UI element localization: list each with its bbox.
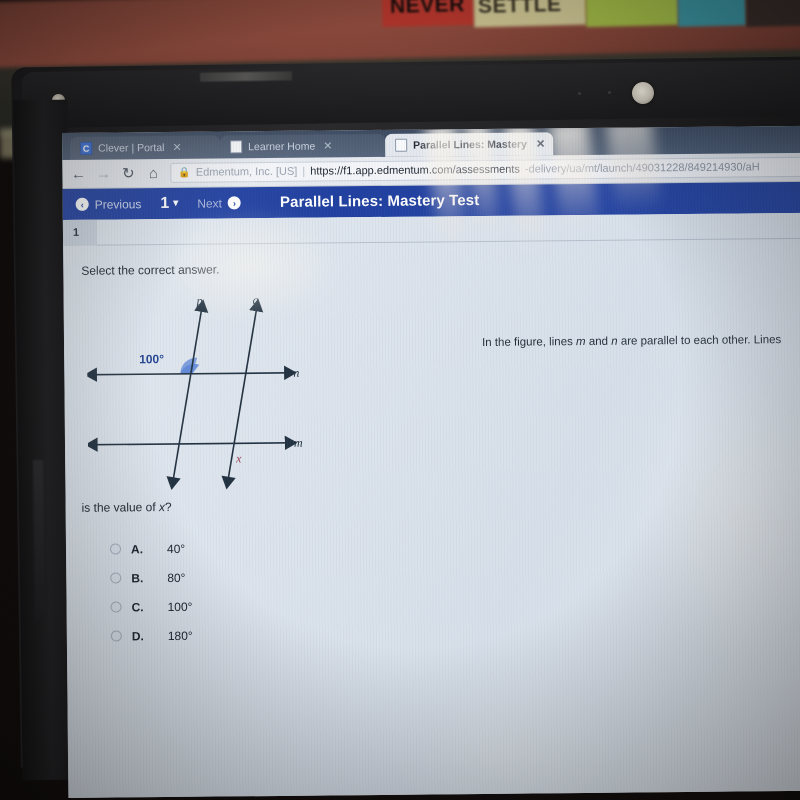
option-value: 80° <box>167 570 186 585</box>
svg-text:x: x <box>235 451 242 465</box>
next-label: Next <box>197 195 223 211</box>
parallel-lines-diagram: p q n m 100° x <box>86 293 303 490</box>
next-button[interactable]: Next › <box>184 196 254 211</box>
side-text-post: are parallel to each other. Lines <box>617 334 782 348</box>
url-path: -delivery/ua/mt/launch/49031228/84921493… <box>524 161 760 176</box>
previous-button[interactable]: ‹ Previous <box>63 197 155 212</box>
back-icon[interactable]: ← <box>70 165 86 182</box>
page-favicon-icon <box>395 138 408 152</box>
page-favicon-icon <box>230 140 243 154</box>
security-label: Edmentum, Inc. [US] <box>195 165 298 179</box>
forward-icon[interactable]: → <box>95 165 111 182</box>
side-text-mid: and <box>585 335 612 348</box>
question-side-text: In the figure, lines m and n are paralle… <box>482 334 800 349</box>
answer-option-d[interactable]: D. 180° <box>110 615 800 651</box>
url-text: https://f1.app.edmentum.com/assessments <box>310 163 520 178</box>
tab-close-icon[interactable]: ✕ <box>536 137 545 150</box>
question-tail-text: is the value of x? <box>82 494 800 515</box>
browser-tab-parallel-lines[interactable]: Parallel Lines: Mastery Te ✕ <box>385 132 554 157</box>
option-value: 40° <box>166 541 186 556</box>
previous-label: Previous <box>94 196 142 212</box>
radio-button[interactable] <box>109 543 122 555</box>
answer-options: A. 40° B. 80° C. 100° D. 180° <box>109 528 800 651</box>
next-arrow-icon: › <box>227 196 242 210</box>
tab-close-icon[interactable]: ✕ <box>172 141 181 154</box>
lock-icon: 🔒 <box>178 167 191 179</box>
tab-label: Learner Home <box>248 140 316 153</box>
radio-button[interactable] <box>110 572 122 584</box>
question-content: Select the correct answer. p q n m 100° … <box>63 239 800 651</box>
svg-text:p: p <box>196 294 203 308</box>
radio-button[interactable] <box>110 630 122 642</box>
laptop-screen: C Clever | Portal ✕ Learner Home ✕ Paral… <box>62 125 800 798</box>
previous-arrow-icon: ‹ <box>75 197 89 211</box>
svg-text:m: m <box>294 436 303 450</box>
question-number-badge: 1 <box>62 219 98 246</box>
geometry-figure: p q n m 100° x <box>86 289 339 496</box>
microphone-icon <box>578 92 581 95</box>
clever-favicon-icon: C <box>80 141 93 155</box>
home-icon[interactable]: ⌂ <box>145 165 161 182</box>
current-question-number: 1 <box>160 194 170 212</box>
option-letter: D. <box>131 628 144 643</box>
tab-label: Clever | Portal <box>98 141 165 155</box>
tab-close-icon[interactable]: ✕ <box>323 139 332 152</box>
tail-post: ? <box>164 499 172 515</box>
assessment-title: Parallel Lines: Mastery Test <box>279 191 480 211</box>
chevron-down-icon: ▾ <box>173 197 179 209</box>
assessment-page: 1 Select the correct answer. p q n m 100… <box>62 212 800 798</box>
option-value: 180° <box>167 628 193 643</box>
browser-tab-clever[interactable]: C Clever | Portal ✕ <box>70 135 221 160</box>
svg-text:n: n <box>293 366 299 380</box>
tab-label: Parallel Lines: Mastery Te <box>413 138 528 152</box>
tail-pre: is the value of <box>81 500 160 515</box>
option-letter: A. <box>130 541 144 556</box>
microphone-icon <box>608 91 611 94</box>
variable-m: m <box>575 335 586 349</box>
option-letter: C. <box>131 599 144 614</box>
brand-plate <box>199 71 293 82</box>
option-value: 100° <box>167 599 193 614</box>
reload-icon[interactable]: ↻ <box>120 164 136 182</box>
option-letter: B. <box>131 570 144 585</box>
side-text-pre: In the figure, lines <box>481 336 577 349</box>
url-separator: | <box>302 165 306 178</box>
browser-tab-learner-home[interactable]: Learner Home ✕ <box>220 133 386 159</box>
question-prompt: Select the correct answer. <box>81 262 220 278</box>
address-bar[interactable]: 🔒 Edmentum, Inc. [US] | https://f1.app.e… <box>170 156 800 183</box>
svg-text:100°: 100° <box>139 352 164 366</box>
question-selector[interactable]: 1 ▾ <box>154 194 184 212</box>
radio-button[interactable] <box>110 601 122 613</box>
svg-text:q: q <box>253 293 259 307</box>
